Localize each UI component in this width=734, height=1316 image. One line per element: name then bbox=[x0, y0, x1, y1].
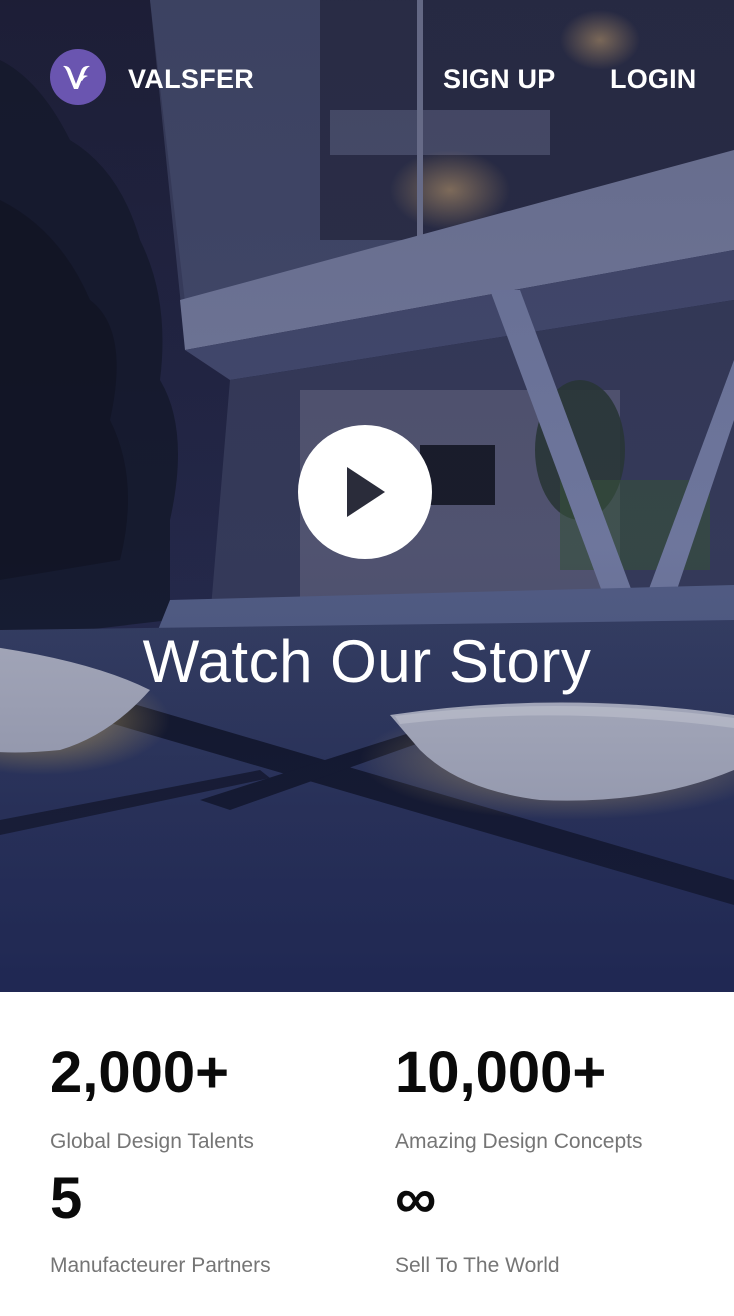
stat-value-concepts: 10,000+ bbox=[395, 1040, 607, 1105]
top-navigation: VALSFER SIGN UP LOGIN bbox=[0, 0, 734, 160]
stat-label-concepts: Amazing Design Concepts bbox=[395, 1130, 643, 1153]
stat-value-partners: 5 bbox=[50, 1166, 83, 1231]
hero-section: VALSFER SIGN UP LOGIN Watch Our Story bbox=[0, 0, 734, 992]
brand-name[interactable]: VALSFER bbox=[128, 64, 254, 94]
login-link[interactable]: LOGIN bbox=[610, 64, 697, 94]
play-video-button[interactable] bbox=[298, 425, 432, 559]
stats-section: 2,000+ Global Design Talents 10,000+ Ama… bbox=[0, 992, 734, 1316]
logo-mark bbox=[63, 65, 90, 89]
stat-value-talents: 2,000+ bbox=[50, 1040, 230, 1105]
play-icon bbox=[347, 467, 385, 517]
signup-link[interactable]: SIGN UP bbox=[443, 64, 555, 94]
hero-title: Watch Our Story bbox=[142, 628, 592, 695]
stat-label-world: Sell To The World bbox=[395, 1254, 560, 1277]
stat-value-world: ∞ bbox=[395, 1166, 437, 1231]
stat-label-partners: Manufacteurer Partners bbox=[50, 1254, 271, 1277]
valsfer-logo-icon[interactable] bbox=[50, 49, 106, 105]
stat-label-talents: Global Design Talents bbox=[50, 1130, 254, 1153]
